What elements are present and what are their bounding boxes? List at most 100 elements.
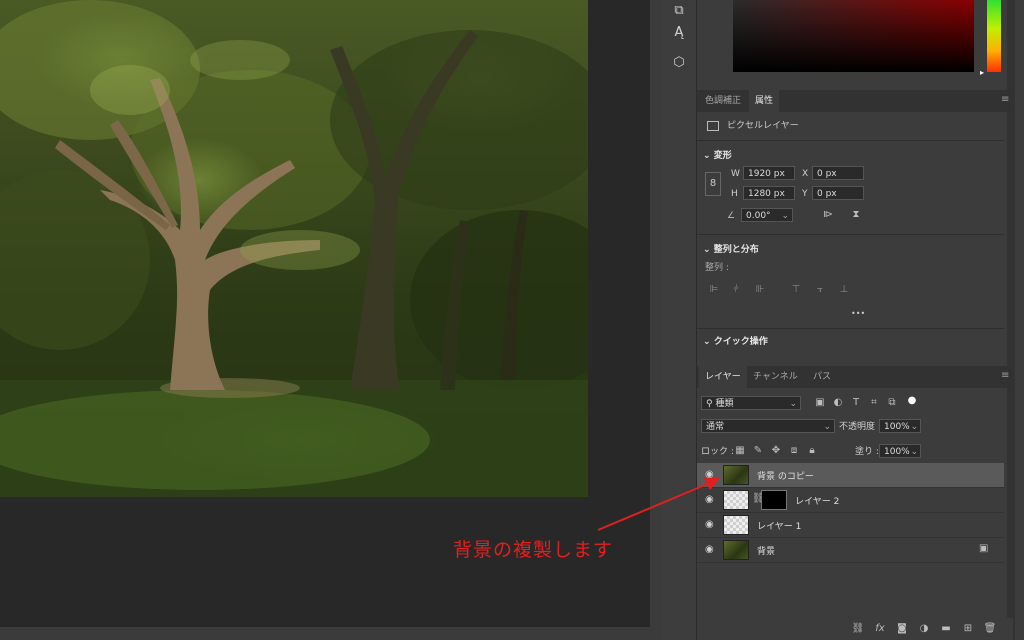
chevron-down-icon: ⌄ [781,211,789,221]
annotation-arrow [597,478,720,531]
tab-channels[interactable]: チャンネル [747,366,804,388]
lock-icon: ▣ [979,543,989,554]
more-options-button[interactable]: ••• [851,308,865,320]
transform-section-header[interactable]: ⌄ 変形 [703,148,732,161]
layer-name: レイヤー 2 [795,497,840,507]
align-section-header[interactable]: ⌄ 整列と分布 [703,242,759,255]
divider [697,234,1004,235]
layer-row-layer-2[interactable]: ◉ ⛓︎ レイヤー 2 [697,488,1004,513]
layer-row-layer-1[interactable]: ◉ レイヤー 1 [697,513,1004,538]
new-layer-icon[interactable]: ⊞ [961,622,975,636]
fill-label: 塗り : [855,447,879,457]
layer-row-background[interactable]: ◉ 背景 ▣ [697,538,1004,563]
properties-panel-tabs: 色調補正 属性 ≡ [697,90,1013,112]
y-label: Y [802,189,808,199]
quick-actions-label: クイック操作 [713,337,768,347]
arrow-line [597,481,713,531]
vertical-scrollbar[interactable] [650,0,662,640]
adjustment-icon[interactable]: ◑ [917,622,931,636]
character-panel-icon[interactable]: Ą [670,24,688,42]
align-center-h-icon[interactable]: ⫩ [729,283,743,297]
tab-properties[interactable]: 属性 [749,90,780,112]
lock-all-icon[interactable]: 🔒︎ [805,444,819,458]
flip-vertical-icon[interactable]: ⧗ [849,208,863,222]
align-right-icon[interactable]: ⊪ [753,283,767,297]
y-field[interactable]: 0 px [812,186,864,200]
opacity-field[interactable]: 100% ⌄ [879,419,921,433]
fill-field[interactable]: 100% ⌄ [879,444,921,458]
folder-icon[interactable]: ▬ [939,622,953,636]
trash-icon[interactable]: 🗑︎ [983,622,997,636]
angle-icon: ∠ [727,211,736,221]
filter-adjustment-icon[interactable]: ◐ [831,396,845,410]
lock-position-icon[interactable]: ✥ [769,444,783,458]
lock-label: ロック : [701,447,734,457]
tab-layers[interactable]: レイヤー [699,366,747,388]
chevron-down-icon: ⌄ [703,337,711,347]
align-middle-v-icon[interactable]: ⫟ [813,283,827,297]
search-icon: ⚲ [706,399,713,409]
blend-mode-select[interactable]: 通常 ⌄ [701,419,835,433]
filter-pixel-icon[interactable]: ▣ [813,396,827,410]
transform-label: 変形 [713,151,732,161]
blend-mode-value: 通常 [706,422,725,432]
chevron-down-icon: ⌄ [910,422,918,432]
chevron-down-icon: ⌄ [823,422,831,432]
layer-row-background-copy[interactable]: ◉ 背景 のコピー [697,463,1004,488]
tab-paths[interactable]: パス [807,366,837,388]
opacity-value: 100% [884,422,910,432]
lock-transparency-icon[interactable]: ▦ [733,444,747,458]
lock-artboard-icon[interactable]: ⧈ [787,444,801,458]
visibility-eye-icon[interactable]: ◉ [705,544,717,556]
chevron-down-icon: ⌄ [703,151,711,161]
link-dimensions-icon[interactable]: 8 [705,172,721,196]
annotation-text: 背景の複製します [453,539,614,561]
filter-type-icon[interactable]: T [849,396,863,410]
pixel-layer-icon [707,121,719,131]
link-icon[interactable]: ⛓︎ [851,622,865,636]
forest-photo[interactable] [0,0,588,497]
layer-name: 背景 [757,547,776,557]
x-field[interactable]: 0 px [812,166,864,180]
filter-smart-object-icon[interactable]: ⧉ [885,396,899,410]
layer-thumbnail [723,540,749,560]
horizontal-scrollbar[interactable] [0,627,650,640]
3d-panel-icon[interactable]: ⬡ [670,54,688,72]
layers-panel-tabs: レイヤー チャンネル パス ≡ [697,366,1013,388]
layer-filter-select[interactable]: ⚲ 種類 ⌄ [701,396,801,410]
width-field[interactable]: 1920 px [743,166,795,180]
chevron-down-icon: ⌄ [703,245,711,255]
align-top-icon[interactable]: ⊤ [789,283,803,297]
filter-toggle-icon[interactable]: ● [905,394,919,408]
panel-menu-icon[interactable]: ≡ [1001,95,1011,106]
filter-shape-icon[interactable]: ⌗ [867,396,881,410]
paragraph-panel-icon[interactable]: ⧉ [670,2,688,20]
align-bottom-icon[interactable]: ⊥ [837,283,851,297]
layer-mask-thumbnail[interactable] [761,490,787,510]
lock-image-icon[interactable]: ✎ [751,444,765,458]
layer-type-label: ピクセルレイヤー [727,121,799,131]
layer-name: 背景 のコピー [757,472,814,482]
quick-actions-header[interactable]: ⌄ クイック操作 [703,334,768,347]
color-saturation-field[interactable] [733,0,974,72]
angle-field[interactable]: 0.00° ⌄ [741,208,793,222]
height-label: H [731,189,738,199]
height-field[interactable]: 1280 px [743,186,795,200]
layers-panel: レイヤー チャンネル パス ≡ ⚲ 種類 ⌄ ▣ ◐ T ⌗ ⧉ ● 通常 ⌄ … [697,366,1013,640]
divider [697,140,1004,141]
panel-icon-strip: ⧉ Ą ⬡ [662,0,697,640]
fx-icon[interactable]: fx [873,622,887,636]
flip-horizontal-icon[interactable]: ⧐ [821,208,835,222]
layer-name: レイヤー 1 [757,522,802,532]
filter-kind-value: 種類 [715,399,734,409]
angle-value: 0.00° [746,211,771,221]
align-left-icon[interactable]: ⊫ [707,283,721,297]
tab-adjustments[interactable]: 色調補正 [699,90,747,112]
panel-menu-icon[interactable]: ≡ [1001,371,1011,382]
hue-pointer-icon[interactable]: ▸ [980,68,984,77]
hue-slider[interactable] [987,0,1001,72]
chevron-down-icon: ⌄ [789,399,797,409]
layers-footer: ⛓︎ fx ◙ ◑ ▬ ⊞ 🗑︎ [697,618,1013,640]
mask-icon[interactable]: ◙ [895,622,909,636]
fill-value: 100% [884,447,910,457]
